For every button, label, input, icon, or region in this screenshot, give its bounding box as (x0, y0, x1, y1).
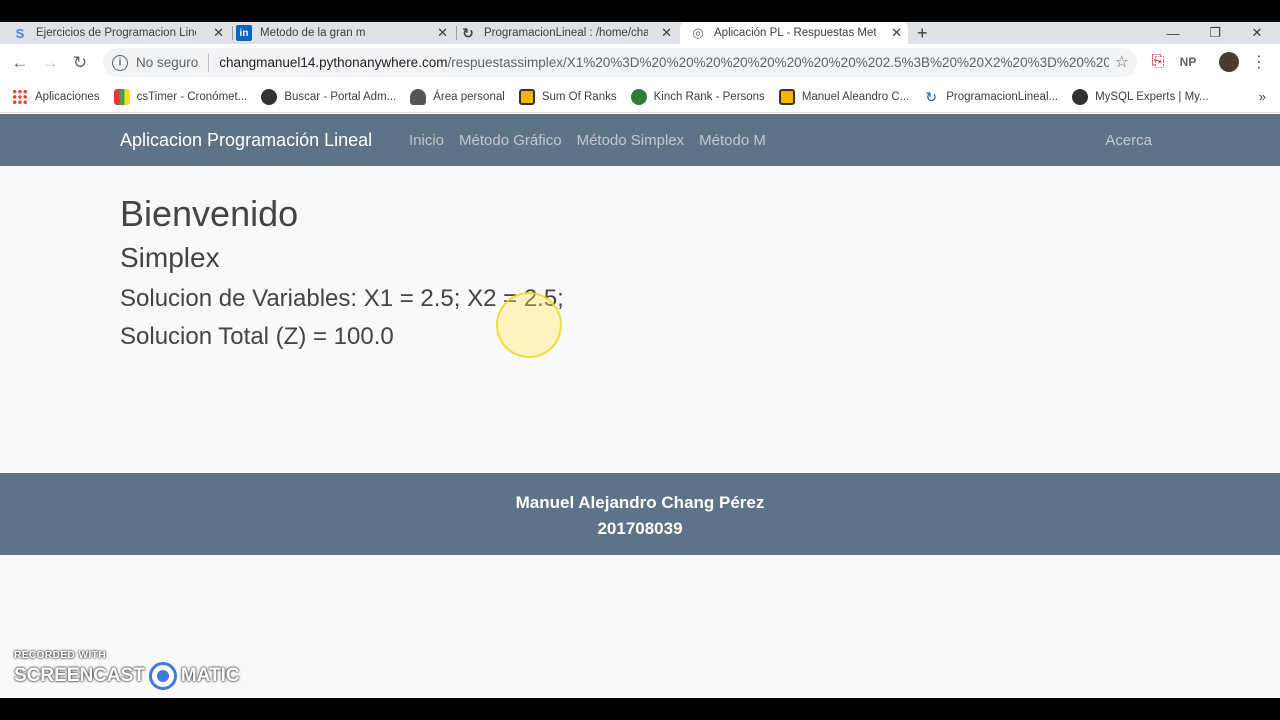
site-footer: Manuel Alejandro Chang Pérez 201708039 (0, 473, 1280, 555)
pdf-extension-icon[interactable]: ⎘ (1148, 50, 1168, 74)
python-anywhere-icon: ↻ (925, 88, 938, 105)
omnibox-divider (208, 53, 210, 72)
bookmark-programacion-lineal[interactable]: ↻ ProgramacionLineal... (923, 89, 1058, 105)
tab-divider (232, 26, 233, 40)
watermark-left: SCREENCAST (14, 665, 145, 686)
footer-id: 201708039 (597, 519, 683, 538)
url-host: changmanuel14.pythonanywhere.com (219, 55, 448, 70)
tab-label: Aplicación PL - Respuestas Metc (714, 27, 876, 39)
linkedin-icon: in (236, 25, 252, 41)
web-page: Aplicacion Programación Lineal Inicio Mé… (0, 114, 1280, 698)
video-bottom-border (0, 698, 1280, 720)
close-icon[interactable]: ✕ (891, 25, 902, 41)
address-bar[interactable]: i No seguro changmanuel14.pythonanywhere… (103, 48, 1137, 77)
bookmark-buscar-portal[interactable]: Buscar - Portal Adm... (261, 88, 397, 105)
bookmark-label: Buscar - Portal Adm... (284, 90, 397, 103)
bookmark-area-personal[interactable]: Área personal (410, 88, 505, 105)
bookmarks-bar: Aplicaciones csTimer - Cronómet... Busca… (0, 81, 1280, 113)
info-icon[interactable]: i (112, 54, 128, 71)
footer-author: Manuel Alejandro Chang Pérez (515, 493, 765, 512)
nav-metodo-m[interactable]: Método M (699, 132, 766, 149)
bookmark-label: Kinch Rank - Persons (653, 90, 765, 103)
bookmark-label: MySQL Experts | My... (1095, 90, 1209, 103)
bookmark-manuel-aleandro[interactable]: Manuel Aleandro C... (778, 88, 910, 105)
nav-metodo-simplex[interactable]: Método Simplex (577, 132, 685, 149)
close-window-icon[interactable]: ✕ (1234, 22, 1280, 44)
browser-window: S Ejercicios de Programacion Linea ✕ in … (0, 22, 1280, 698)
method-subtitle: Simplex (120, 242, 220, 273)
watermark-line1: RECORDED WITH (14, 650, 107, 661)
reload-icon[interactable]: ↻ (68, 51, 92, 75)
site-brand[interactable]: Aplicacion Programación Lineal (120, 130, 372, 151)
browser-toolbar: ← → ↻ i No seguro changmanuel14.pythonan… (0, 44, 1280, 81)
bookmark-mysql-experts[interactable]: MySQL Experts | My... (1072, 88, 1209, 105)
cursor-highlight (496, 292, 562, 358)
variables-solution: Solucion de Variables: X1 = 2.5; X2 = 2.… (120, 285, 564, 312)
back-arrow-icon[interactable]: ← (8, 51, 32, 75)
bookmark-label: Área personal (433, 90, 505, 103)
tab-divider (456, 26, 457, 40)
nav-inicio[interactable]: Inicio (409, 132, 444, 149)
new-tab-plus-icon[interactable]: + (917, 23, 928, 44)
bookmark-label: Sum Of Ranks (541, 90, 617, 103)
portal-icon (261, 88, 278, 105)
url-text[interactable]: changmanuel14.pythonanywhere.com/respues… (219, 55, 1109, 70)
globe-icon: ◎ (692, 25, 704, 40)
tab-label: Ejercicios de Programacion Linea (36, 27, 196, 39)
bookmark-label: ProgramacionLineal... (946, 90, 1059, 103)
bookmark-sum-of-ranks[interactable]: Sum Of Ranks (518, 88, 617, 105)
bookmark-star-icon[interactable]: ☆ (1115, 52, 1129, 72)
url-path: /respuestassimplex/X1%20%3D%20%20%20%20%… (447, 55, 1110, 70)
bookmark-label: csTimer - Cronómet... (136, 90, 248, 103)
hat-icon (410, 88, 427, 105)
avatar[interactable] (1218, 50, 1240, 74)
bookmark-cstimer[interactable]: csTimer - Cronómet... (113, 88, 248, 105)
nav-metodo-grafico[interactable]: Método Gráfico (459, 132, 562, 149)
kinch-icon (630, 88, 647, 105)
bookmark-label: Aplicaciones (35, 90, 100, 103)
tab-strip: S Ejercicios de Programacion Linea ✕ in … (0, 22, 1280, 44)
np-extension-icon[interactable]: NP (1176, 50, 1200, 74)
tab-programacion-lineal[interactable]: ↻ ProgramacionLineal : /home/cha ✕ (460, 22, 678, 44)
bookmark-aplicaciones[interactable]: Aplicaciones (12, 88, 100, 105)
tab-metodo-gran-m[interactable]: in Metodo de la gran m ✕ (236, 22, 454, 44)
tab-aplicacion-pl[interactable]: ◎ Aplicación PL - Respuestas Metc ✕ (680, 22, 908, 44)
screencast-watermark: RECORDED WITH SCREENCAST MATIC (14, 650, 240, 690)
apps-grid-icon (12, 88, 28, 105)
site-navbar: Aplicacion Programación Lineal Inicio Mé… (0, 114, 1280, 166)
tab-label: Metodo de la gran m (260, 27, 366, 39)
minimize-icon[interactable]: — (1150, 22, 1196, 44)
close-icon[interactable]: ✕ (437, 25, 448, 41)
s-icon: S (15, 25, 25, 41)
cube-icon (778, 88, 795, 105)
video-top-border (0, 0, 1280, 22)
globe-icon (1072, 88, 1089, 105)
chevron-right-icon[interactable]: » (1259, 89, 1266, 104)
tab-ejercicios[interactable]: S Ejercicios de Programacion Linea ✕ (12, 22, 230, 44)
record-icon (148, 662, 177, 690)
watermark-logo: SCREENCAST MATIC (14, 662, 240, 690)
python-anywhere-icon: ↻ (462, 24, 474, 41)
forward-arrow-icon[interactable]: → (38, 51, 62, 75)
nav-links: Inicio Método Gráfico Método Simplex Mét… (409, 132, 781, 149)
bookmark-kinch-rank[interactable]: Kinch Rank - Persons (630, 88, 765, 105)
close-icon[interactable]: ✕ (661, 25, 672, 41)
cstimer-icon (113, 88, 130, 105)
menu-dots-icon[interactable]: ⋮ (1250, 50, 1268, 74)
not-secure-label: No seguro (136, 55, 199, 70)
watermark-right: MATIC (180, 665, 240, 686)
page-title: Bienvenido (120, 193, 299, 234)
bookmark-label: Manuel Aleandro C... (801, 90, 910, 103)
close-icon[interactable]: ✕ (213, 25, 224, 41)
restore-icon[interactable]: ❐ (1192, 22, 1238, 44)
tab-label: ProgramacionLineal : /home/cha (484, 27, 648, 39)
nav-acerca[interactable]: Acerca (1105, 132, 1152, 149)
cube-icon (518, 88, 535, 105)
